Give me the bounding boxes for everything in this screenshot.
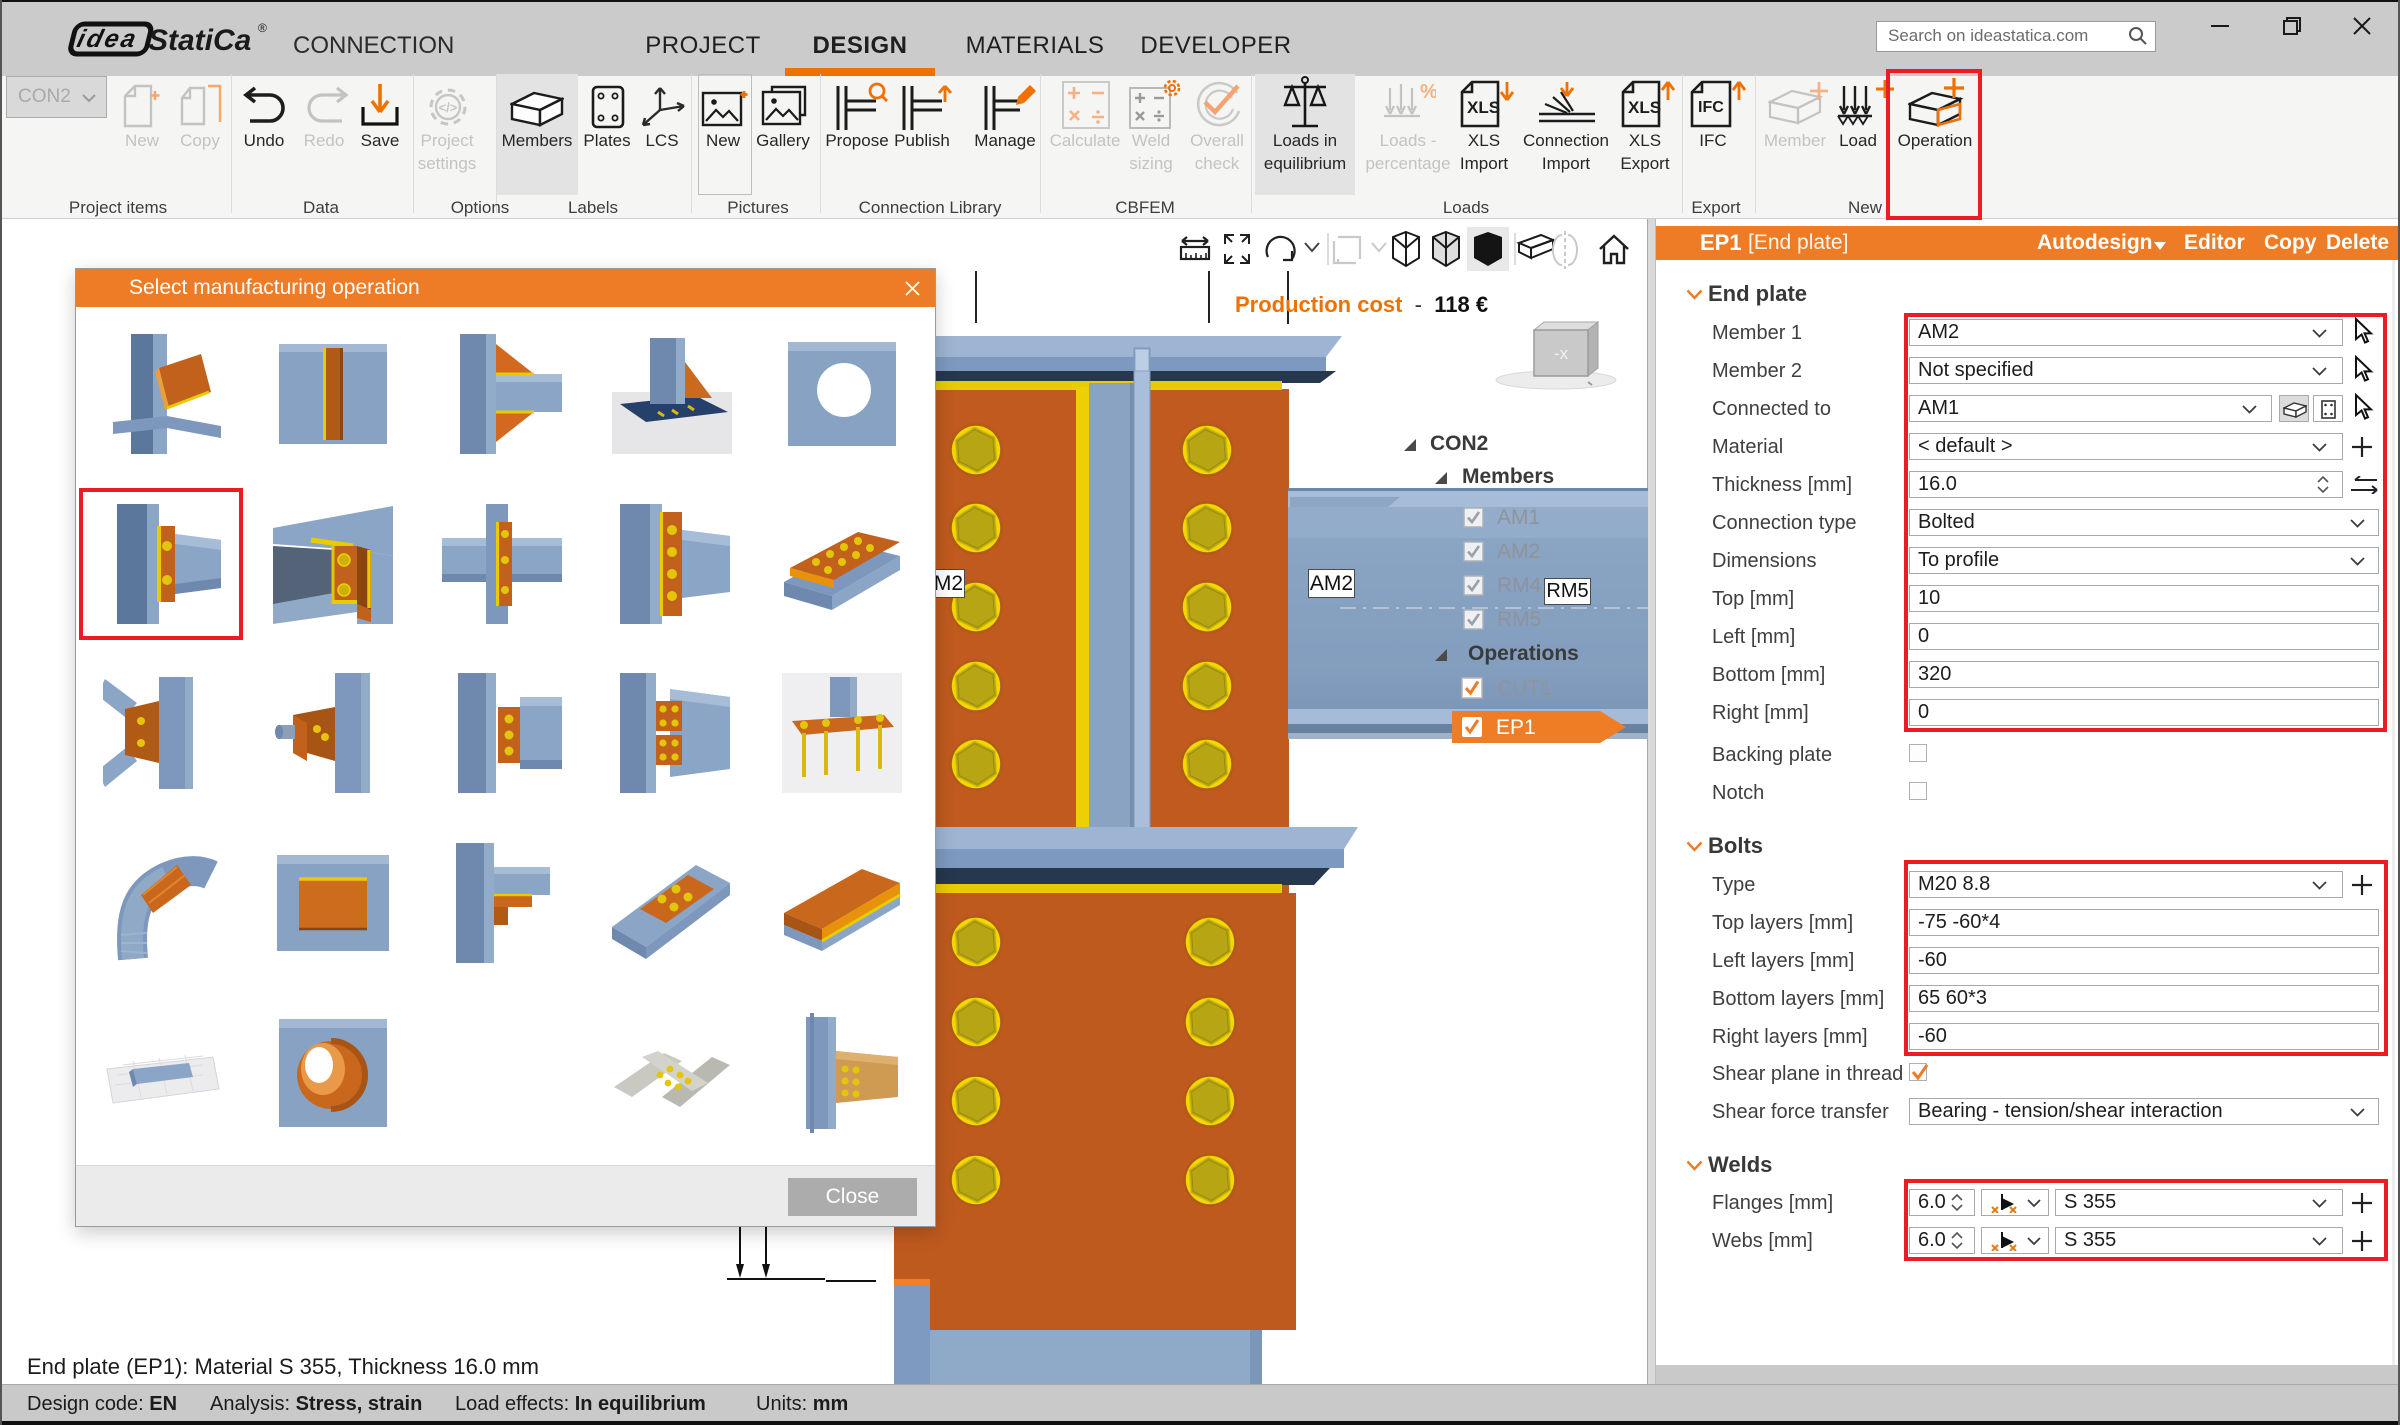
svg-text:XLS: XLS: [1628, 98, 1661, 117]
svg-text:</>: </>: [439, 100, 458, 115]
svg-text:%: %: [1420, 81, 1436, 103]
svg-text:idea: idea: [74, 25, 141, 53]
svg-text:-x: -x: [1554, 344, 1569, 363]
svg-text:XLS: XLS: [1467, 98, 1500, 117]
svg-text:EP1: EP1: [1496, 716, 1536, 739]
svg-text:®: ®: [258, 21, 267, 35]
svg-text:StatiCa: StatiCa: [148, 24, 251, 57]
svg-text:IFC: IFC: [1698, 99, 1724, 116]
